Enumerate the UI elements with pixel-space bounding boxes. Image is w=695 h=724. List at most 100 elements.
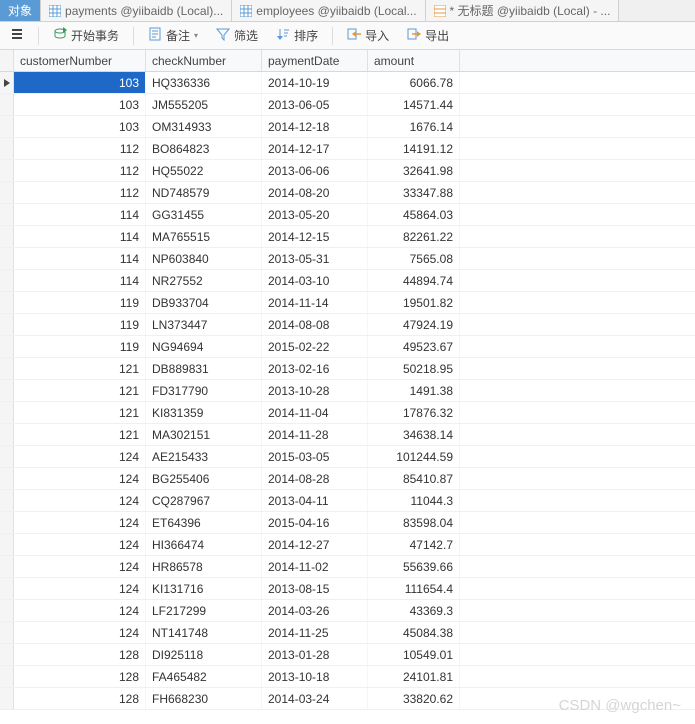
cell-paymentdate[interactable]: 2014-03-24 bbox=[262, 688, 368, 709]
cell-paymentdate[interactable]: 2015-03-05 bbox=[262, 446, 368, 467]
table-row[interactable]: 121FD3177902013-10-281491.38 bbox=[0, 380, 695, 402]
cell-amount[interactable]: 101244.59 bbox=[368, 446, 460, 467]
cell-amount[interactable]: 45084.38 bbox=[368, 622, 460, 643]
cell-customernumber[interactable]: 114 bbox=[14, 226, 146, 247]
cell-customernumber[interactable]: 112 bbox=[14, 138, 146, 159]
cell-customernumber[interactable]: 121 bbox=[14, 402, 146, 423]
table-row[interactable]: 124HR865782014-11-0255639.66 bbox=[0, 556, 695, 578]
row-gutter[interactable] bbox=[0, 72, 14, 93]
row-gutter[interactable] bbox=[0, 226, 14, 247]
cell-checknumber[interactable]: FA465482 bbox=[146, 666, 262, 687]
cell-customernumber[interactable]: 124 bbox=[14, 512, 146, 533]
cell-paymentdate[interactable]: 2014-10-19 bbox=[262, 72, 368, 93]
cell-customernumber[interactable]: 124 bbox=[14, 534, 146, 555]
cell-amount[interactable]: 33820.62 bbox=[368, 688, 460, 709]
table-row[interactable]: 128DI9251182013-01-2810549.01 bbox=[0, 644, 695, 666]
column-header-paymentdate[interactable]: paymentDate bbox=[262, 50, 368, 71]
table-row[interactable]: 124ET643962015-04-1683598.04 bbox=[0, 512, 695, 534]
cell-customernumber[interactable]: 128 bbox=[14, 666, 146, 687]
cell-paymentdate[interactable]: 2013-05-31 bbox=[262, 248, 368, 269]
row-gutter[interactable] bbox=[0, 490, 14, 511]
row-gutter[interactable] bbox=[0, 314, 14, 335]
cell-paymentdate[interactable]: 2014-11-02 bbox=[262, 556, 368, 577]
cell-paymentdate[interactable]: 2015-04-16 bbox=[262, 512, 368, 533]
table-row[interactable]: 119LN3734472014-08-0847924.19 bbox=[0, 314, 695, 336]
cell-paymentdate[interactable]: 2013-02-16 bbox=[262, 358, 368, 379]
cell-checknumber[interactable]: FH668230 bbox=[146, 688, 262, 709]
row-gutter[interactable] bbox=[0, 402, 14, 423]
cell-paymentdate[interactable]: 2013-10-18 bbox=[262, 666, 368, 687]
cell-amount[interactable]: 82261.22 bbox=[368, 226, 460, 247]
table-row[interactable]: 103HQ3363362014-10-196066.78 bbox=[0, 72, 695, 94]
cell-customernumber[interactable]: 124 bbox=[14, 490, 146, 511]
row-gutter[interactable] bbox=[0, 270, 14, 291]
begin-transaction-button[interactable]: 开始事务 bbox=[49, 25, 123, 46]
table-row[interactable]: 128FH6682302014-03-2433820.62 bbox=[0, 688, 695, 710]
cell-customernumber[interactable]: 128 bbox=[14, 688, 146, 709]
cell-customernumber[interactable]: 114 bbox=[14, 248, 146, 269]
row-gutter[interactable] bbox=[0, 446, 14, 467]
cell-paymentdate[interactable]: 2013-10-28 bbox=[262, 380, 368, 401]
table-row[interactable]: 112HQ550222013-06-0632641.98 bbox=[0, 160, 695, 182]
table-row[interactable]: 114NR275522014-03-1044894.74 bbox=[0, 270, 695, 292]
cell-amount[interactable]: 32641.98 bbox=[368, 160, 460, 181]
sort-button[interactable]: 排序 bbox=[272, 25, 322, 46]
table-row[interactable]: 124LF2172992014-03-2643369.3 bbox=[0, 600, 695, 622]
row-gutter[interactable] bbox=[0, 512, 14, 533]
cell-checknumber[interactable]: ND748579 bbox=[146, 182, 262, 203]
cell-customernumber[interactable]: 124 bbox=[14, 468, 146, 489]
cell-amount[interactable]: 1491.38 bbox=[368, 380, 460, 401]
cell-customernumber[interactable]: 124 bbox=[14, 446, 146, 467]
row-gutter[interactable] bbox=[0, 578, 14, 599]
cell-checknumber[interactable]: HQ55022 bbox=[146, 160, 262, 181]
row-gutter[interactable] bbox=[0, 556, 14, 577]
table-row[interactable]: 103JM5552052013-06-0514571.44 bbox=[0, 94, 695, 116]
cell-paymentdate[interactable]: 2014-08-08 bbox=[262, 314, 368, 335]
table-row[interactable]: 121KI8313592014-11-0417876.32 bbox=[0, 402, 695, 424]
cell-paymentdate[interactable]: 2014-03-10 bbox=[262, 270, 368, 291]
cell-customernumber[interactable]: 124 bbox=[14, 600, 146, 621]
cell-paymentdate[interactable]: 2013-06-06 bbox=[262, 160, 368, 181]
cell-paymentdate[interactable]: 2014-11-04 bbox=[262, 402, 368, 423]
cell-amount[interactable]: 45864.03 bbox=[368, 204, 460, 225]
row-gutter[interactable] bbox=[0, 424, 14, 445]
row-gutter[interactable] bbox=[0, 248, 14, 269]
table-row[interactable]: 124CQ2879672013-04-1111044.3 bbox=[0, 490, 695, 512]
cell-amount[interactable]: 47142.7 bbox=[368, 534, 460, 555]
cell-amount[interactable]: 14191.12 bbox=[368, 138, 460, 159]
cell-checknumber[interactable]: DB889831 bbox=[146, 358, 262, 379]
cell-checknumber[interactable]: FD317790 bbox=[146, 380, 262, 401]
cell-checknumber[interactable]: OM314933 bbox=[146, 116, 262, 137]
tab-untitled-query[interactable]: * 无标题 @yiibaidb (Local) - ... bbox=[426, 0, 620, 21]
cell-amount[interactable]: 34638.14 bbox=[368, 424, 460, 445]
cell-checknumber[interactable]: NG94694 bbox=[146, 336, 262, 357]
column-header-customernumber[interactable]: customerNumber bbox=[14, 50, 146, 71]
table-row[interactable]: 103OM3149332014-12-181676.14 bbox=[0, 116, 695, 138]
cell-customernumber[interactable]: 119 bbox=[14, 292, 146, 313]
column-header-amount[interactable]: amount bbox=[368, 50, 460, 71]
cell-checknumber[interactable]: LN373447 bbox=[146, 314, 262, 335]
column-header-checknumber[interactable]: checkNumber bbox=[146, 50, 262, 71]
cell-amount[interactable]: 55639.66 bbox=[368, 556, 460, 577]
cell-customernumber[interactable]: 128 bbox=[14, 644, 146, 665]
tab-payments[interactable]: payments @yiibaidb (Local)... bbox=[41, 0, 232, 21]
cell-paymentdate[interactable]: 2013-05-20 bbox=[262, 204, 368, 225]
table-row[interactable]: 128FA4654822013-10-1824101.81 bbox=[0, 666, 695, 688]
cell-checknumber[interactable]: CQ287967 bbox=[146, 490, 262, 511]
table-row[interactable]: 112BO8648232014-12-1714191.12 bbox=[0, 138, 695, 160]
cell-paymentdate[interactable]: 2014-03-26 bbox=[262, 600, 368, 621]
cell-customernumber[interactable]: 114 bbox=[14, 204, 146, 225]
cell-paymentdate[interactable]: 2014-12-17 bbox=[262, 138, 368, 159]
cell-paymentdate[interactable]: 2014-08-28 bbox=[262, 468, 368, 489]
cell-customernumber[interactable]: 124 bbox=[14, 622, 146, 643]
cell-amount[interactable]: 83598.04 bbox=[368, 512, 460, 533]
cell-customernumber[interactable]: 112 bbox=[14, 182, 146, 203]
cell-amount[interactable]: 19501.82 bbox=[368, 292, 460, 313]
cell-checknumber[interactable]: HI366474 bbox=[146, 534, 262, 555]
cell-checknumber[interactable]: MA765515 bbox=[146, 226, 262, 247]
cell-checknumber[interactable]: MA302151 bbox=[146, 424, 262, 445]
cell-amount[interactable]: 7565.08 bbox=[368, 248, 460, 269]
cell-customernumber[interactable]: 103 bbox=[14, 72, 146, 93]
table-row[interactable]: 124AE2154332015-03-05101244.59 bbox=[0, 446, 695, 468]
table-row[interactable]: 124KI1317162013-08-15111654.4 bbox=[0, 578, 695, 600]
